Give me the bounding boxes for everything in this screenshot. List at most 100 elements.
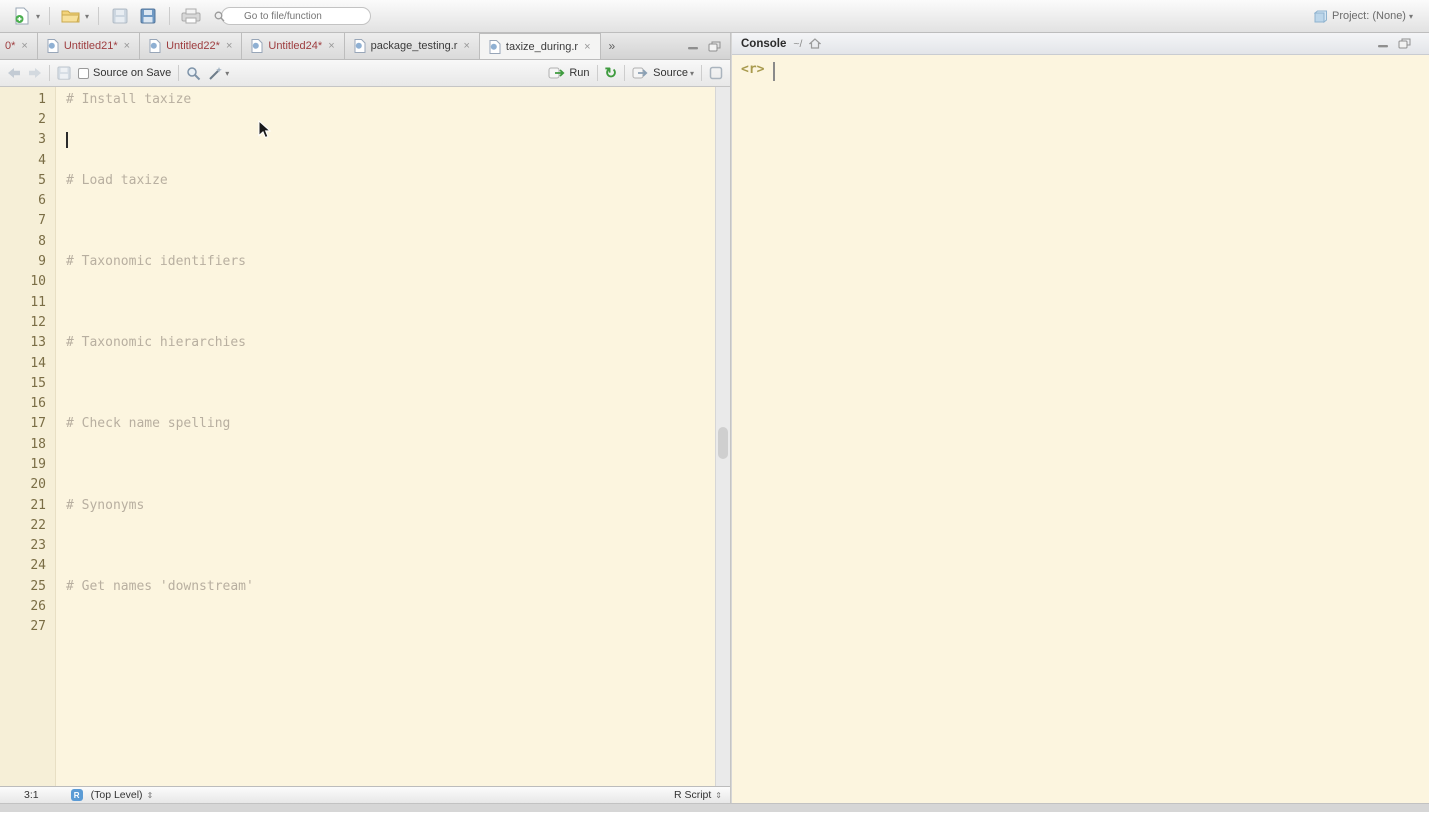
r-script-icon <box>251 39 263 53</box>
run-button[interactable]: Run <box>548 67 589 79</box>
new-file-button[interactable] <box>10 5 34 27</box>
editor-line[interactable]: 6 <box>0 190 715 210</box>
toolbar-separator <box>169 7 170 25</box>
editor-line[interactable]: 4 <box>0 150 715 170</box>
line-number: 27 <box>0 619 56 634</box>
maximize-pane-icon[interactable] <box>708 41 721 52</box>
console-title: Console <box>741 38 786 50</box>
tab-close-icon[interactable]: × <box>463 40 469 52</box>
editor-line[interactable]: 21# Synonyms <box>0 495 715 515</box>
line-number: 3 <box>0 132 56 147</box>
scope-icon: R <box>71 789 83 801</box>
file-type-label: R Script <box>674 789 711 801</box>
editor-tab-0-[interactable]: 0*× <box>0 33 38 59</box>
line-number: 18 <box>0 437 56 452</box>
file-type-selector[interactable]: R Script ⇕ <box>674 789 722 801</box>
editor-line[interactable]: 12 <box>0 312 715 332</box>
editor-tab-package-testing-r[interactable]: package_testing.r× <box>345 33 480 59</box>
magic-wand-icon <box>208 66 223 81</box>
save-all-icon <box>140 8 156 24</box>
source-icon <box>632 67 649 79</box>
editor-scrollbar[interactable] <box>715 87 730 786</box>
editor-line[interactable]: 8 <box>0 231 715 251</box>
save-icon[interactable] <box>57 66 71 80</box>
save-button[interactable] <box>108 5 132 27</box>
line-number: 9 <box>0 254 56 269</box>
editor-line[interactable]: 22 <box>0 515 715 535</box>
editor-line[interactable]: 24 <box>0 556 715 576</box>
editor-line[interactable]: 1# Install taxize <box>0 89 715 109</box>
scrollbar-thumb[interactable] <box>718 427 728 459</box>
scope-selector[interactable]: (Top Level) ⇕ <box>91 789 154 801</box>
toolbar-separator <box>98 7 99 25</box>
line-number: 13 <box>0 335 56 350</box>
tab-close-icon[interactable]: × <box>328 40 334 52</box>
editor-line[interactable]: 16 <box>0 393 715 413</box>
editor-line[interactable]: 26 <box>0 596 715 616</box>
editor-line[interactable]: 20 <box>0 475 715 495</box>
tab-overflow-button[interactable]: » <box>601 33 623 59</box>
editor-line[interactable]: 3 <box>0 130 715 150</box>
tab-close-icon[interactable]: × <box>584 41 590 53</box>
open-folder-icon <box>61 8 81 24</box>
line-number: 4 <box>0 153 56 168</box>
editor-line[interactable]: 27 <box>0 617 715 637</box>
project-selector[interactable]: Project: (None) ▾ <box>1314 10 1413 23</box>
save-icon <box>112 8 128 24</box>
minimize-pane-icon[interactable] <box>1377 39 1389 49</box>
editor-line[interactable]: 18 <box>0 434 715 454</box>
editor-line[interactable]: 14 <box>0 353 715 373</box>
editor-line[interactable]: 9# Taxonomic identifiers <box>0 251 715 271</box>
compile-notebook-icon[interactable] <box>709 66 723 80</box>
editor-line[interactable]: 10 <box>0 272 715 292</box>
line-number: 21 <box>0 498 56 513</box>
source-dropdown-icon[interactable]: ▾ <box>690 69 694 78</box>
tab-close-icon[interactable]: × <box>124 40 130 52</box>
line-number: 1 <box>0 92 56 107</box>
editor-line[interactable]: 15 <box>0 373 715 393</box>
editor-line[interactable]: 11 <box>0 292 715 312</box>
console-working-directory[interactable]: ~/ <box>793 38 802 50</box>
save-all-button[interactable] <box>136 5 160 27</box>
editor[interactable]: 1# Install taxize2345# Load taxize6789# … <box>0 87 730 786</box>
code-tools-button[interactable]: ▾ <box>208 66 229 81</box>
editor-tab-untitled21-[interactable]: Untitled21*× <box>38 33 140 59</box>
tab-close-icon[interactable]: × <box>226 40 232 52</box>
editor-toolbar-right: Run ↻ Source ▾ <box>548 65 723 81</box>
editor-line[interactable]: 19 <box>0 454 715 474</box>
print-button[interactable] <box>179 5 203 27</box>
source-button[interactable]: Source ▾ <box>632 67 694 79</box>
editor-line[interactable]: 25# Get names 'downstream' <box>0 576 715 596</box>
editor-tab-taxize-during-r[interactable]: taxize_during.r× <box>480 33 601 59</box>
console-pane-buttons <box>1377 38 1420 49</box>
editor-line[interactable]: 17# Check name spelling <box>0 414 715 434</box>
editor-line[interactable]: 13# Taxonomic hierarchies <box>0 333 715 353</box>
editor-line[interactable]: 7 <box>0 211 715 231</box>
rerun-icon[interactable]: ↻ <box>605 66 618 81</box>
editor-tab-untitled24-[interactable]: Untitled24*× <box>242 33 344 59</box>
console-path-home-icon[interactable] <box>809 38 821 49</box>
editor-lines: 1# Install taxize2345# Load taxize6789# … <box>0 89 715 637</box>
checkbox-icon[interactable] <box>78 68 89 79</box>
console-input-area[interactable]: <r> <box>732 55 1429 803</box>
back-icon[interactable] <box>7 67 21 79</box>
goto-file-input[interactable] <box>221 7 371 25</box>
editor-tab-untitled22-[interactable]: Untitled22*× <box>140 33 242 59</box>
maximize-pane-icon[interactable] <box>1398 38 1411 49</box>
source-on-save-toggle[interactable]: Source on Save <box>78 67 171 79</box>
tab-close-icon[interactable]: × <box>21 40 27 52</box>
open-file-button[interactable] <box>59 5 83 27</box>
forward-icon[interactable] <box>28 67 42 79</box>
source-pane: 0*×Untitled21*×Untitled22*×Untitled24*×p… <box>0 33 731 803</box>
editor-line[interactable]: 2 <box>0 109 715 129</box>
new-file-dropdown-icon[interactable]: ▾ <box>36 12 40 21</box>
console-pane: Console ~/ <r> <box>731 33 1429 803</box>
line-code: # Load taxize <box>56 173 168 188</box>
find-replace-icon[interactable] <box>186 66 201 81</box>
editor-line[interactable]: 23 <box>0 536 715 556</box>
run-label: Run <box>569 67 589 79</box>
editor-line[interactable]: 5# Load taxize <box>0 170 715 190</box>
open-file-dropdown-icon[interactable]: ▾ <box>85 12 89 21</box>
minimize-pane-icon[interactable] <box>687 41 699 51</box>
line-number: 7 <box>0 213 56 228</box>
